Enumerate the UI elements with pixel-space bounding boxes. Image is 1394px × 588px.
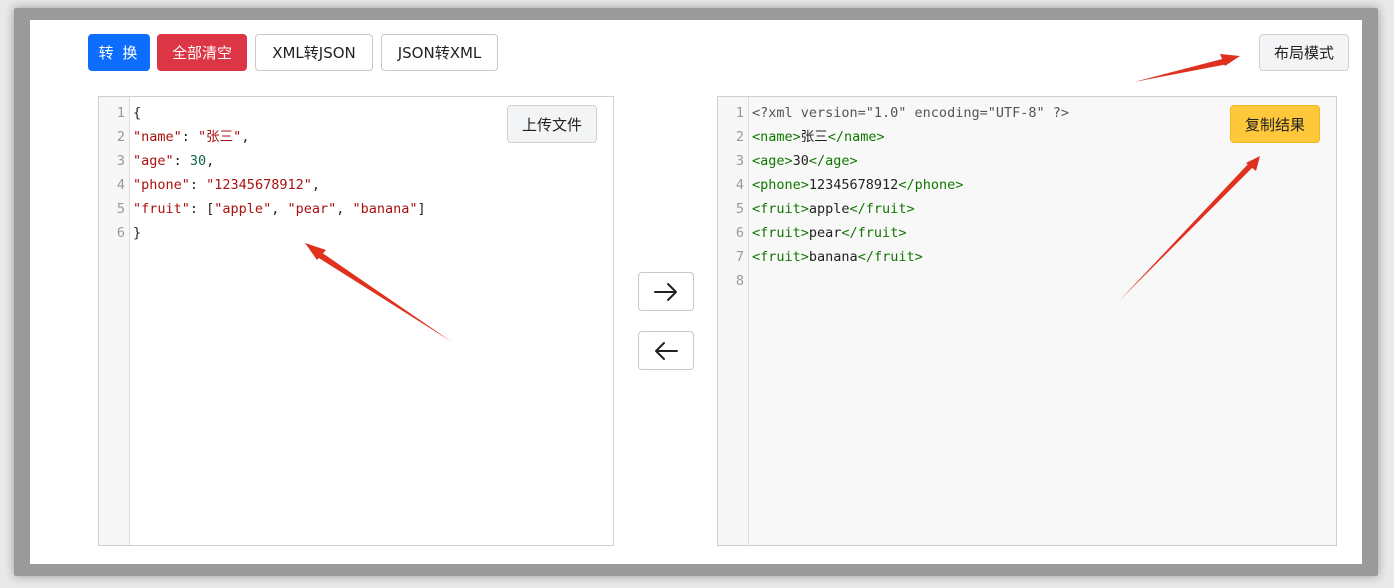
code-token: <age>: [752, 153, 793, 169]
line-text: "name": "张三",: [133, 125, 249, 149]
json-to-xml-button[interactable]: JSON转XML: [381, 34, 498, 71]
line-number: 1: [116, 105, 125, 121]
code-token: ,: [206, 153, 215, 169]
line-text: {: [133, 101, 141, 125]
code-token: "phone": [133, 177, 190, 193]
line-number: 4: [116, 177, 125, 193]
line-text: <?xml version="1.0" encoding="UTF-8" ?>: [752, 101, 1069, 125]
line-text: }: [133, 221, 141, 245]
code-token: "pear": [287, 201, 337, 217]
code-token: </name>: [827, 129, 885, 145]
code-token: apple: [808, 201, 850, 217]
code-token: 30: [792, 153, 809, 169]
xml-output-editor[interactable]: 1 <?xml version="1.0" encoding="UTF-8" ?>…: [717, 96, 1337, 546]
code-token: "12345678912": [206, 177, 312, 193]
copy-result-button[interactable]: 复制结果: [1230, 105, 1320, 143]
code-token: : [: [189, 201, 215, 217]
code-token: </fruit>: [857, 249, 923, 265]
convert-right-button[interactable]: [638, 272, 694, 311]
code-token: "apple": [214, 201, 272, 217]
line-number: 3: [116, 153, 125, 169]
arrow-right-icon: [654, 282, 677, 301]
line-text: <fruit>banana</fruit>: [752, 245, 923, 269]
convert-button[interactable]: 转 换: [88, 34, 150, 71]
line-number: 1: [735, 105, 744, 121]
code-token: "banana": [352, 201, 418, 217]
line-number: 7: [735, 249, 744, 265]
code-token: {: [133, 105, 142, 121]
code-token: :: [181, 129, 199, 145]
line-number: 5: [735, 201, 744, 217]
clear-all-button[interactable]: 全部清空: [157, 34, 247, 71]
line-number: 8: [735, 273, 744, 289]
code-token: banana: [808, 249, 858, 265]
code-token: ,: [271, 201, 288, 217]
line-text: <fruit>pear</fruit>: [752, 221, 906, 245]
code-token: <fruit>: [752, 249, 809, 265]
code-token: ,: [241, 129, 250, 145]
code-token: :: [173, 153, 190, 169]
code-token: }: [133, 225, 142, 241]
code-token: <phone>: [752, 177, 809, 193]
line-number: 4: [735, 177, 744, 193]
arrow-left-icon: [655, 341, 678, 360]
code-token: :: [189, 177, 207, 193]
line-text: <fruit>apple</fruit>: [752, 197, 915, 221]
code-token: </fruit>: [841, 225, 907, 241]
code-token: 12345678912: [808, 177, 899, 193]
line-text: "phone": "12345678912",: [133, 173, 320, 197]
code-token: ,: [336, 201, 353, 217]
line-number: 5: [116, 201, 125, 217]
code-token: 30: [189, 153, 207, 169]
converter-panel: 转 换 全部清空 XML转JSON JSON转XML 布局模式 1 {2 "name…: [30, 20, 1362, 564]
line-text: <age>30</age>: [752, 149, 858, 173]
code-token: "fruit": [133, 201, 190, 217]
code-token: <name>: [752, 129, 801, 145]
json-input-editor[interactable]: 1 {2 "name": "张三", 3 "age": 30, 4 "phone": "12…: [98, 96, 614, 546]
code-token: <?xml version="1.0" encoding="UTF-8" ?>: [752, 105, 1069, 121]
line-number: 3: [735, 153, 744, 169]
code-token: ]: [417, 201, 426, 217]
code-token: "age": [133, 153, 174, 169]
upload-file-button[interactable]: 上传文件: [507, 105, 597, 143]
code-token: pear: [808, 225, 842, 241]
line-text: "age": 30,: [133, 149, 214, 173]
line-text: <name>张三</name>: [752, 125, 885, 149]
code-token: <fruit>: [752, 201, 809, 217]
line-text: "fruit": ["apple", "pear", "banana"]: [133, 197, 426, 221]
xml-to-json-button[interactable]: XML转JSON: [255, 34, 373, 71]
code-token: <fruit>: [752, 225, 809, 241]
code-token: ,: [311, 177, 320, 193]
code-token: 张三: [800, 129, 828, 145]
layout-mode-button[interactable]: 布局模式: [1259, 34, 1349, 71]
code-token: </fruit>: [849, 201, 915, 217]
line-number: 6: [116, 225, 125, 241]
code-token: "张三": [198, 129, 242, 145]
line-text: <phone>12345678912</phone>: [752, 173, 963, 197]
line-number: 6: [735, 225, 744, 241]
line-number: 2: [735, 129, 744, 145]
convert-left-button[interactable]: [638, 331, 694, 370]
code-token: </age>: [808, 153, 858, 169]
line-number: 2: [116, 129, 125, 145]
code-token: </phone>: [898, 177, 964, 193]
code-token: "name": [133, 129, 182, 145]
